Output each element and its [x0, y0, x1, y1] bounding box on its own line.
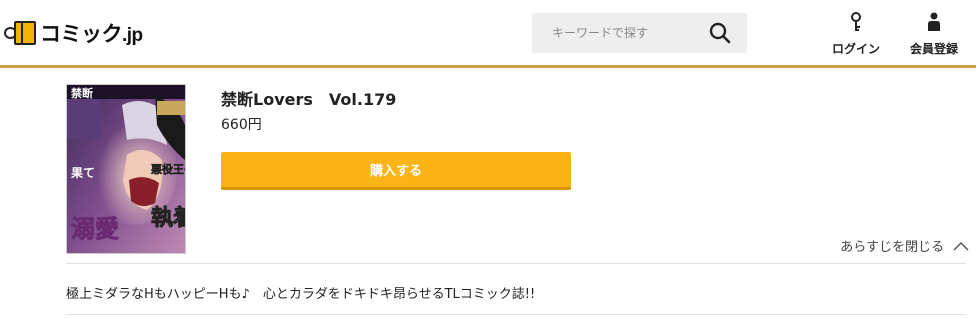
book-cover[interactable]: 禁断 溺愛 果て 執着 悪役王子 [66, 84, 186, 254]
person-icon [928, 12, 940, 31]
svg-text:執着: 執着 [151, 205, 186, 231]
register-button[interactable]: 会員登録 [906, 10, 962, 60]
chevron-up-icon [953, 241, 969, 251]
logo-icon [4, 19, 38, 47]
logo-text: コミック.jp [40, 23, 143, 46]
search-box [532, 13, 747, 53]
key-icon [851, 12, 861, 31]
product-price: 660円 [221, 117, 262, 133]
divider-top [66, 263, 966, 264]
svg-text:悪役王子: 悪役王子 [151, 162, 186, 176]
site-logo[interactable]: コミック.jp [4, 18, 143, 48]
synopsis-text: 極上ミダラなHもハッピーHも♪ 心とカラダをドキドキ昂らせるTLコミック誌!! [66, 287, 536, 302]
search-input[interactable] [532, 13, 702, 53]
search-icon[interactable] [709, 22, 731, 44]
divider-bottom [66, 314, 966, 315]
synopsis-toggle-label: あらすじを閉じる [840, 240, 944, 255]
product-title: 禁断Lovers Vol.179 [221, 90, 397, 109]
svg-text:溺愛: 溺愛 [71, 214, 119, 243]
buy-button[interactable]: 購入する [221, 152, 571, 190]
svg-text:禁断: 禁断 [71, 86, 93, 100]
login-button[interactable]: ログイン [830, 10, 882, 60]
register-label: 会員登録 [909, 42, 958, 56]
book-cover-art: 禁断 溺愛 果て 執着 悪役王子 [67, 85, 186, 253]
svg-text:果て: 果て [70, 166, 95, 180]
site-header: コミック.jp ログイン 会員登録 [0, 0, 976, 68]
login-label: ログイン [831, 42, 880, 56]
synopsis-toggle[interactable]: あらすじを閉じる [840, 236, 970, 255]
